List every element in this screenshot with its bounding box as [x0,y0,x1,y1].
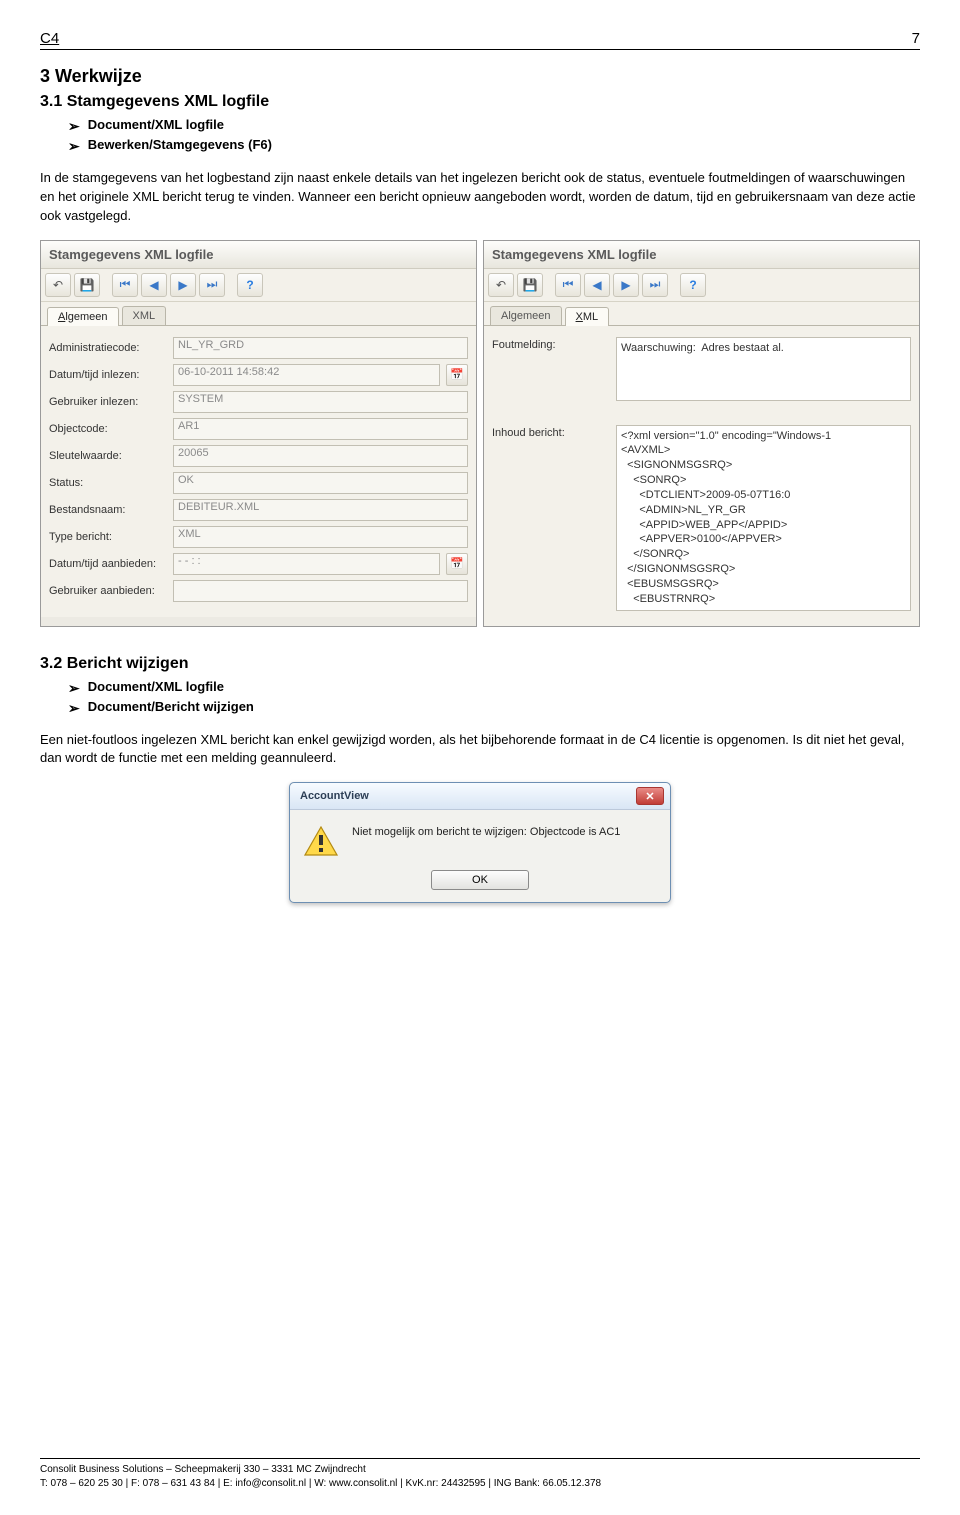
section-title: 3 Werkwijze [40,66,920,87]
footer-line1: Consolit Business Solutions – Scheepmake… [40,1463,920,1477]
field-type-bericht[interactable]: XML [173,526,468,548]
window-stamgegevens-xml: Stamgegevens XML logfile ↶ 💾 ⏮ ◀ ▶ ⏭ ? A… [483,240,920,627]
bullet-text: Bewerken/Stamgegevens (F6) [88,137,272,152]
warning-icon [304,826,338,856]
tab-algemeen[interactable]: Algemeen [47,307,119,326]
dialog-titlebar: AccountView ✕ [290,783,670,810]
label-gebruiker-inlezen: Gebruiker inlezen: [49,396,167,408]
undo-icon[interactable]: ↶ [488,273,514,297]
subsection-32-title: 3.2 Bericht wijzigen [40,655,920,673]
help-icon[interactable]: ? [680,273,706,297]
dialog-message: Niet mogelijk om bericht te wijzigen: Ob… [352,826,620,856]
close-icon[interactable]: ✕ [636,787,664,805]
tabs: Algemeen XML [41,302,476,326]
label-inhoud-bericht: Inhoud bericht: [492,425,610,439]
arrow-icon: ➢ [68,137,80,155]
label-gebruiker-aanbieden: Gebruiker aanbieden: [49,585,167,597]
label-status: Status: [49,477,167,489]
toolbar: ↶ 💾 ⏮ ◀ ▶ ⏭ ? [41,269,476,302]
field-objectcode[interactable]: AR1 [173,418,468,440]
field-gebruiker-aanbieden[interactable] [173,580,468,602]
window-stamgegevens-algemeen: Stamgegevens XML logfile ↶ 💾 ⏮ ◀ ▶ ⏭ ? A… [40,240,477,627]
label-datum-aanbieden: Datum/tijd aanbieden: [49,558,167,570]
save-icon[interactable]: 💾 [74,273,100,297]
label-objectcode: Objectcode: [49,423,167,435]
field-sleutelwaarde[interactable]: 20065 [173,445,468,467]
page-footer: Consolit Business Solutions – Scheepmake… [40,1458,920,1491]
first-icon[interactable]: ⏮ [112,273,138,297]
calendar-icon[interactable]: 📅 [446,364,468,386]
window-title: Stamgegevens XML logfile [484,241,919,269]
prev-icon[interactable]: ◀ [141,273,167,297]
prev-icon[interactable]: ◀ [584,273,610,297]
footer-line2: T: 078 – 620 25 30 | F: 078 – 631 43 84 … [40,1477,920,1491]
form-algemeen: Administratiecode: NL_YR_GRD Datum/tijd i… [41,326,476,617]
tabs: Algemeen XML [484,302,919,326]
label-admincode: Administratiecode: [49,342,167,354]
bullet-text: Document/XML logfile [88,679,224,694]
help-icon[interactable]: ? [237,273,263,297]
subsection-31-title: 3.1 Stamgegevens XML logfile [40,93,920,111]
next-icon[interactable]: ▶ [613,273,639,297]
bullet-item: ➢ Document/Bericht wijzigen [68,699,920,717]
paragraph-32: Een niet-foutloos ingelezen XML bericht … [40,731,920,769]
bullets-31: ➢ Document/XML logfile ➢ Bewerken/Stamge… [68,117,920,155]
header-right: 7 [912,30,920,47]
dialog-accountview: AccountView ✕ Niet mogelijk om bericht t… [289,782,671,903]
window-title: Stamgegevens XML logfile [41,241,476,269]
last-icon[interactable]: ⏭ [642,273,668,297]
arrow-icon: ➢ [68,117,80,135]
bullet-item: ➢ Document/XML logfile [68,117,920,135]
label-type-bericht: Type bericht: [49,531,167,543]
last-icon[interactable]: ⏭ [199,273,225,297]
bullet-text: Document/XML logfile [88,117,224,132]
field-foutmelding[interactable]: Waarschuwing: Adres bestaat al. [616,337,911,401]
bullets-32: ➢ Document/XML logfile ➢ Document/Berich… [68,679,920,717]
tab-xml[interactable]: XML [565,307,610,326]
calendar-icon[interactable]: 📅 [446,553,468,575]
label-datum-inlezen: Datum/tijd inlezen: [49,369,167,381]
dialog-title: AccountView [300,790,369,802]
first-icon[interactable]: ⏮ [555,273,581,297]
label-sleutelwaarde: Sleutelwaarde: [49,450,167,462]
label-bestandsnaam: Bestandsnaam: [49,504,167,516]
undo-icon[interactable]: ↶ [45,273,71,297]
dialog-wrap: AccountView ✕ Niet mogelijk om bericht t… [40,782,920,903]
toolbar: ↶ 💾 ⏮ ◀ ▶ ⏭ ? [484,269,919,302]
save-icon[interactable]: 💾 [517,273,543,297]
field-inhoud-bericht[interactable]: <?xml version="1.0" encoding="Windows-1 … [616,425,911,611]
ok-button[interactable]: OK [431,870,529,890]
next-icon[interactable]: ▶ [170,273,196,297]
bullet-item: ➢ Document/XML logfile [68,679,920,697]
bullet-text: Document/Bericht wijzigen [88,699,254,714]
field-datum-aanbieden[interactable]: - - : : [173,553,440,575]
tab-xml[interactable]: XML [122,306,167,325]
field-gebruiker-inlezen[interactable]: SYSTEM [173,391,468,413]
tab-algemeen[interactable]: Algemeen [490,306,562,325]
field-datum-inlezen[interactable]: 06-10-2011 14:58:42 [173,364,440,386]
paragraph-31: In de stamgegevens van het logbestand zi… [40,169,920,226]
field-bestandsnaam[interactable]: DEBITEUR.XML [173,499,468,521]
field-status[interactable]: OK [173,472,468,494]
header-left: C4 [40,30,59,47]
page-header: C4 7 [40,30,920,50]
screenshots-row: Stamgegevens XML logfile ↶ 💾 ⏮ ◀ ▶ ⏭ ? A… [40,240,920,627]
form-xml: Foutmelding: Waarschuwing: Adres bestaat… [484,326,919,626]
label-foutmelding: Foutmelding: [492,337,610,351]
field-admincode[interactable]: NL_YR_GRD [173,337,468,359]
arrow-icon: ➢ [68,699,80,717]
arrow-icon: ➢ [68,679,80,697]
bullet-item: ➢ Bewerken/Stamgegevens (F6) [68,137,920,155]
